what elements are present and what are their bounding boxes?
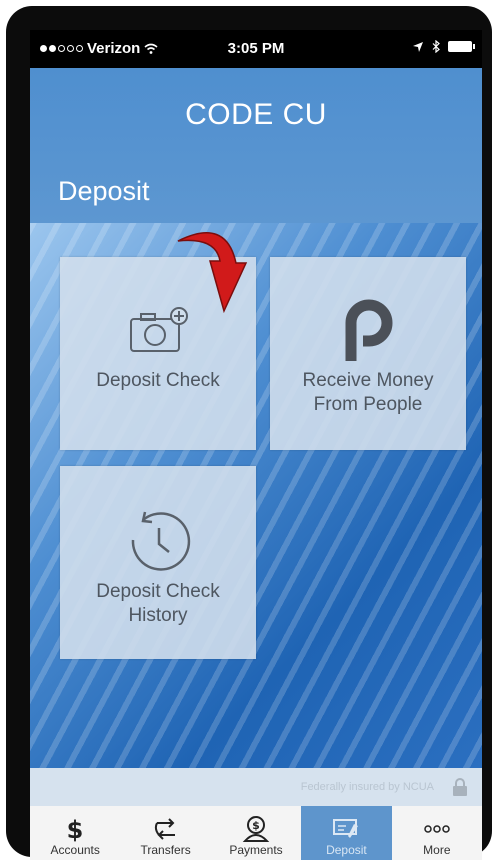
app-header: CODE CU Deposit [30, 68, 482, 223]
dollar-icon: $ [30, 814, 120, 844]
tab-payments[interactable]: $ Payments [211, 806, 301, 860]
location-arrow-icon [413, 41, 423, 52]
payments-person-icon: $ [211, 814, 301, 844]
more-dots-icon [392, 814, 482, 844]
deposit-check-icon [301, 814, 391, 844]
popmoney-p-icon [270, 299, 466, 368]
ncua-disclaimer: Federally insured by NCUA [30, 768, 482, 806]
red-pointer-arrow-icon [177, 232, 248, 314]
history-clock-icon [60, 506, 256, 577]
tab-deposit[interactable]: Deposit [301, 806, 392, 860]
receive-money-tile[interactable]: Receive Money From People [270, 257, 466, 450]
app-screen: Verizon 3:05 PM CODE CU Deposit Deposit … [30, 30, 482, 860]
tab-transfers[interactable]: Transfers [120, 806, 210, 860]
deposit-content: Deposit Check Receive Money From People [30, 223, 482, 768]
svg-text:$: $ [67, 816, 84, 843]
page-title: Deposit [58, 176, 150, 206]
tab-more[interactable]: More [392, 806, 482, 860]
tab-label: Accounts [50, 843, 100, 857]
tab-label: Payments [229, 843, 283, 857]
deposit-history-tile[interactable]: Deposit Check History [60, 466, 256, 659]
tile-label-line1: Deposit Check [96, 370, 220, 391]
lock-icon [453, 778, 467, 796]
status-right [412, 40, 475, 53]
camera-plus-icon [60, 307, 256, 362]
tile-label-line2: History [128, 605, 188, 626]
tab-bar: $ Accounts Transfers $ Payments Deposit … [30, 806, 482, 860]
disclaimer-text: Federally insured by NCUA [300, 781, 434, 793]
bluetooth-icon [432, 40, 440, 53]
tab-label: More [423, 843, 451, 857]
tile-label-line1: Deposit Check [96, 581, 220, 602]
tab-label: Deposit [326, 843, 367, 857]
tab-accounts[interactable]: $ Accounts [30, 806, 120, 860]
app-title: CODE CU [185, 98, 327, 131]
phone-frame: Verizon 3:05 PM CODE CU Deposit Deposit … [6, 6, 492, 860]
battery-icon [448, 41, 475, 52]
tab-label: Transfers [140, 843, 191, 857]
svg-text:$: $ [252, 819, 260, 832]
status-bar: Verizon 3:05 PM [30, 30, 482, 68]
tile-label-line2: From People [313, 394, 423, 415]
tile-label-line1: Receive Money [302, 370, 434, 391]
transfer-arrows-icon [120, 814, 210, 844]
